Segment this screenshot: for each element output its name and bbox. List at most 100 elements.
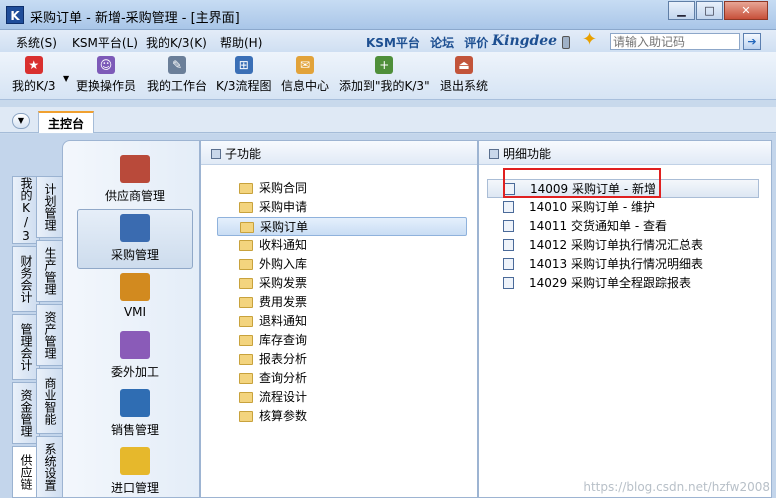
menu-system[interactable]: 系统(S) <box>16 34 57 51</box>
sub-item[interactable]: 库存查询 <box>217 331 467 350</box>
outsourcing-icon <box>120 331 150 359</box>
ksm-platform-link[interactable]: KSM平台 <box>366 36 420 50</box>
folder-icon <box>239 392 253 403</box>
tab-strip: ▼ 主控台 <box>0 107 776 133</box>
users-icon: ☺ <box>97 56 115 74</box>
supplier-icon <box>120 155 150 183</box>
chevron-down-icon[interactable]: ▼ <box>63 74 69 83</box>
module-panel: 供应商管理 采购管理 VMI 委外加工 销售管理 进口管理 <box>62 140 200 498</box>
document-icon <box>503 220 514 232</box>
module-vmi[interactable]: VMI <box>77 273 193 319</box>
detail-item-14012[interactable]: 14012 采购订单执行情况汇总表 <box>487 236 759 255</box>
document-icon <box>503 201 514 213</box>
detail-item-code: 14011 <box>529 219 568 233</box>
module-label: 委外加工 <box>110 365 159 379</box>
module-purchase-management[interactable]: 采购管理 <box>77 209 193 269</box>
module-sales-management[interactable]: 销售管理 <box>77 389 193 438</box>
module-import-management[interactable]: 进口管理 <box>77 447 193 496</box>
folder-icon <box>239 183 253 194</box>
sub-item[interactable]: 采购申请 <box>217 198 467 217</box>
sub-item-label: 费用发票 <box>259 295 308 309</box>
message-center-button[interactable]: ✉ 信息中心 <box>281 56 329 94</box>
module-label: 销售管理 <box>110 423 159 437</box>
vtab-planning[interactable]: 计划管理 <box>36 176 64 238</box>
sub-item[interactable]: 退料通知 <box>217 312 467 331</box>
document-icon <box>503 258 514 270</box>
k3-flowchart-button[interactable]: ⊞ K/3流程图 <box>216 56 272 94</box>
my-k3-button[interactable]: ★ 我的K/3 <box>12 56 56 94</box>
minimize-button[interactable]: ▁ <box>668 1 695 20</box>
sub-item[interactable]: 收料通知 <box>217 236 467 255</box>
switch-operator-button[interactable]: ☺ 更换操作员 <box>76 56 136 94</box>
detail-item-name: 采购订单执行情况明细表 <box>571 257 704 271</box>
folder-icon <box>239 335 253 346</box>
message-center-label: 信息中心 <box>281 79 330 93</box>
module-label: VMI <box>123 305 147 319</box>
sub-item[interactable]: 采购发票 <box>217 274 467 293</box>
folder-icon <box>239 373 253 384</box>
my-workbench-button[interactable]: ✎ 我的工作台 <box>147 56 207 94</box>
forum-link[interactable]: 论坛 <box>430 36 454 50</box>
sub-item[interactable]: 核算参数 <box>217 407 467 426</box>
menu-help[interactable]: 帮助(H) <box>220 34 262 51</box>
module-supplier-management[interactable]: 供应商管理 <box>77 155 193 204</box>
sub-item[interactable]: 费用发票 <box>217 293 467 312</box>
sub-item-label: 库存查询 <box>259 333 308 347</box>
vtab-system-settings[interactable]: 系统设置 <box>36 436 64 498</box>
mnemonic-search-input[interactable] <box>610 33 740 50</box>
sub-item-label: 报表分析 <box>259 352 308 366</box>
k3-flowchart-label: K/3流程图 <box>216 79 272 93</box>
sub-function-heading: 子功能 <box>201 141 477 165</box>
folder-icon <box>239 240 253 251</box>
detail-item-code: 14029 <box>529 276 568 290</box>
sub-item-label: 采购订单 <box>260 220 309 234</box>
module-label: 进口管理 <box>110 481 159 495</box>
vtab-production[interactable]: 生产管理 <box>36 240 64 302</box>
flowchart-icon: ⊞ <box>234 56 253 74</box>
add-to-my-k3-label: 添加到"我的K/3" <box>339 79 430 93</box>
sub-item-label: 采购合同 <box>259 181 308 195</box>
sub-item[interactable]: 流程设计 <box>217 388 467 407</box>
maximize-button[interactable]: □ <box>696 1 723 20</box>
sub-item-label: 采购申请 <box>259 200 308 214</box>
folder-icon <box>239 202 253 213</box>
module-outsourcing[interactable]: 委外加工 <box>77 331 193 380</box>
detail-item-14011[interactable]: 14011 交货通知单 - 查看 <box>487 217 759 236</box>
highlight-annotation <box>503 168 661 198</box>
purchase-icon <box>120 214 150 242</box>
search-go-icon[interactable]: ➔ <box>743 33 761 50</box>
exit-system-button[interactable]: ⏏ 退出系统 <box>440 56 488 94</box>
folder-icon <box>239 278 253 289</box>
review-link[interactable]: 评价 <box>464 36 488 50</box>
sub-item-purchase-order[interactable]: 采购订单 <box>217 217 467 236</box>
star-icon[interactable]: ✦ <box>582 31 597 49</box>
sales-truck-icon <box>120 389 150 417</box>
sub-item[interactable]: 查询分析 <box>217 369 467 388</box>
vmi-icon <box>120 273 150 301</box>
menu-my-k3[interactable]: 我的K/3(K) <box>146 34 207 51</box>
detail-item-name: 采购订单全程跟踪报表 <box>571 276 692 290</box>
folder-open-icon <box>240 222 254 233</box>
add-to-my-k3-button[interactable]: + 添加到"我的K/3" <box>339 56 430 94</box>
vtab-business-intelligence[interactable]: 商业智能 <box>36 368 64 434</box>
close-button[interactable]: ✕ <box>724 1 768 20</box>
sub-item[interactable]: 报表分析 <box>217 350 467 369</box>
detail-item-14013[interactable]: 14013 采购订单执行情况明细表 <box>487 255 759 274</box>
folder-icon <box>239 411 253 422</box>
sub-item[interactable]: 采购合同 <box>217 179 467 198</box>
vtab-assets[interactable]: 资产管理 <box>36 304 64 366</box>
detail-item-code: 14012 <box>529 238 568 252</box>
sub-function-panel: 子功能 采购合同 采购申请 采购订单 收料通知 外购入库 采购发票 费用发票 退… <box>200 140 478 498</box>
detail-item-14029[interactable]: 14029 采购订单全程跟踪报表 <box>487 274 759 293</box>
exit-icon: ⏏ <box>455 56 473 74</box>
phone-icon[interactable] <box>562 36 570 49</box>
tab-main-console[interactable]: 主控台 <box>38 111 95 133</box>
import-icon <box>120 447 150 475</box>
detail-item-name: 采购订单 - 维护 <box>571 200 655 214</box>
chevron-down-icon[interactable]: ▼ <box>12 113 30 129</box>
my-k3-label: 我的K/3 <box>12 79 56 93</box>
document-icon <box>503 239 514 251</box>
detail-item-14010[interactable]: 14010 采购订单 - 维护 <box>487 198 759 217</box>
sub-item[interactable]: 外购入库 <box>217 255 467 274</box>
menu-ksm-platform[interactable]: KSM平台(L) <box>72 34 138 51</box>
